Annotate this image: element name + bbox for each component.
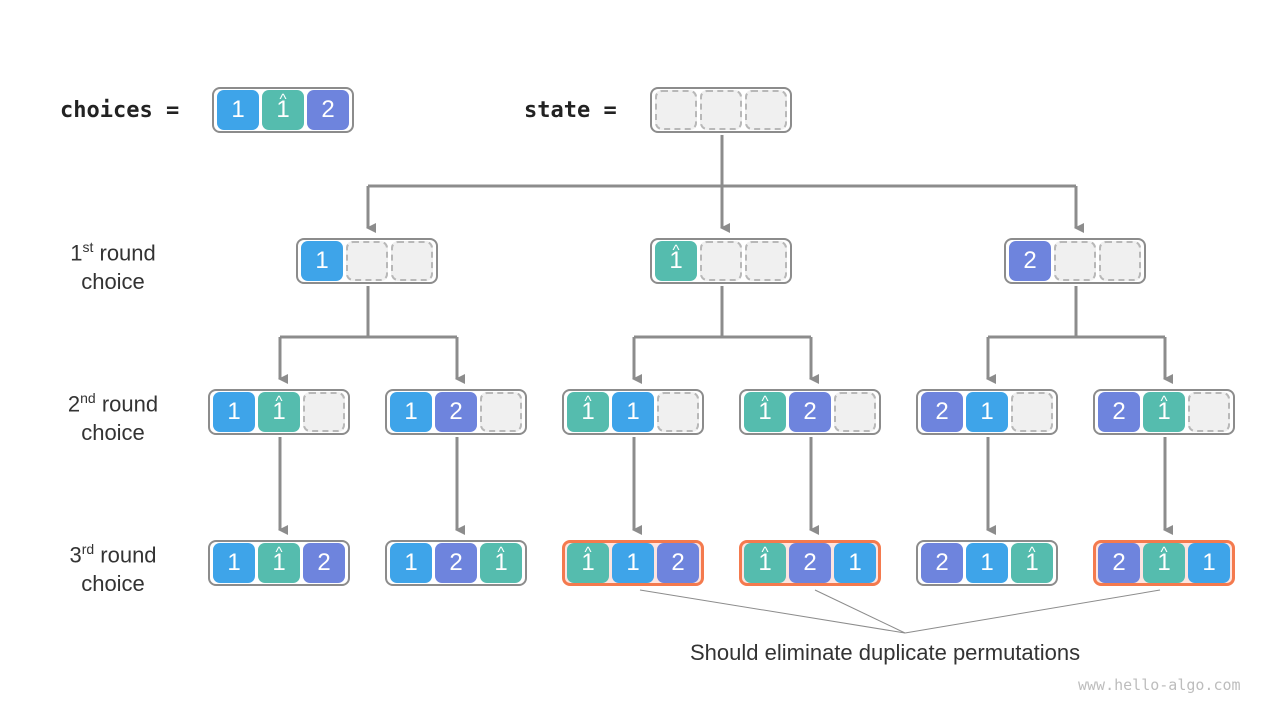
- annotation-pointer-line: [904, 589, 1161, 634]
- element-2: 2: [789, 543, 831, 583]
- hat-mark-icon: ^: [275, 393, 283, 410]
- element-1-hat: ^ 1: [1011, 543, 1053, 583]
- round2-node: 2 ^ 1: [1093, 389, 1235, 435]
- element-1: 1: [217, 90, 259, 130]
- element-1-hat: ^ 1: [480, 543, 522, 583]
- element-2: 2: [1098, 392, 1140, 432]
- round1-node: 2: [1004, 238, 1146, 284]
- duplicate-annotation: Should eliminate duplicate permutations: [690, 640, 1081, 665]
- element-1-hat: ^ 1: [655, 241, 697, 281]
- element-1-hat: ^ 1: [1143, 543, 1185, 583]
- empty-slot: [745, 90, 787, 130]
- round3-node-duplicate: ^ 1 1 2: [562, 540, 704, 586]
- row-label-round-2: 2nd round choice: [67, 390, 159, 446]
- hat-mark-icon: ^: [1160, 393, 1168, 410]
- empty-slot: [745, 241, 787, 281]
- hat-mark-icon: ^: [497, 544, 505, 561]
- element-1-hat: ^ 1: [744, 543, 786, 583]
- round2-node: ^ 1 2: [739, 389, 881, 435]
- empty-slot: [391, 241, 433, 281]
- hat-mark-icon: ^: [584, 393, 592, 410]
- element-1-hat: ^ 1: [258, 543, 300, 583]
- hat-mark-icon: ^: [672, 242, 680, 259]
- empty-slot: [346, 241, 388, 281]
- empty-slot: [700, 90, 742, 130]
- row-label-round-3: 3rd round choice: [69, 541, 157, 597]
- empty-slot: [655, 90, 697, 130]
- element-1: 1: [834, 543, 876, 583]
- empty-slot: [1099, 241, 1141, 281]
- element-2: 2: [657, 543, 699, 583]
- element-1-hat: ^ 1: [567, 543, 609, 583]
- element-1: 1: [966, 543, 1008, 583]
- round2-node: 1 ^ 1: [208, 389, 350, 435]
- element-2: 2: [435, 392, 477, 432]
- annotation-pointer-line: [639, 589, 906, 634]
- element-1: 1: [612, 543, 654, 583]
- hat-mark-icon: ^: [279, 91, 287, 108]
- choices-label: choices =: [60, 98, 180, 123]
- element-2: 2: [307, 90, 349, 130]
- round1-node: ^ 1: [650, 238, 792, 284]
- element-2: 2: [789, 392, 831, 432]
- element-1: 1: [213, 543, 255, 583]
- element-1: 1: [966, 392, 1008, 432]
- round3-node-duplicate: ^ 1 2 1: [739, 540, 881, 586]
- element-2: 2: [1098, 543, 1140, 583]
- empty-slot: [1188, 392, 1230, 432]
- element-1: 1: [390, 392, 432, 432]
- element-2: 2: [1009, 241, 1051, 281]
- empty-slot: [700, 241, 742, 281]
- round3-node: 2 1 ^ 1: [916, 540, 1058, 586]
- hat-mark-icon: ^: [1160, 544, 1168, 561]
- element-2: 2: [921, 543, 963, 583]
- edges-layer: [278, 135, 1173, 634]
- annotation-pointer-line: [814, 589, 906, 634]
- empty-slot: [303, 392, 345, 432]
- round1-node: 1: [296, 238, 438, 284]
- state-array: [650, 87, 792, 133]
- hat-mark-icon: ^: [761, 393, 769, 410]
- empty-slot: [1054, 241, 1096, 281]
- hat-mark-icon: ^: [761, 544, 769, 561]
- choices-array: 1 ^ 1 2: [212, 87, 354, 133]
- round3-node-duplicate: 2 ^ 1 1: [1093, 540, 1235, 586]
- empty-slot: [657, 392, 699, 432]
- round2-node: ^ 1 1: [562, 389, 704, 435]
- element-1: 1: [1188, 543, 1230, 583]
- element-1: 1: [213, 392, 255, 432]
- row-label-round-1: 1st round choice: [70, 239, 156, 295]
- element-1-hat: ^ 1: [262, 90, 304, 130]
- empty-slot: [480, 392, 522, 432]
- state-label: state =: [524, 98, 617, 123]
- element-1: 1: [612, 392, 654, 432]
- element-1-hat: ^ 1: [744, 392, 786, 432]
- hat-mark-icon: ^: [275, 544, 283, 561]
- watermark: www.hello-algo.com: [1078, 676, 1241, 694]
- element-2: 2: [921, 392, 963, 432]
- element-1: 1: [301, 241, 343, 281]
- element-1-hat: ^ 1: [1143, 392, 1185, 432]
- round3-node: 1 ^ 1 2: [208, 540, 350, 586]
- round2-node: 12: [385, 389, 527, 435]
- element-2: 2: [435, 543, 477, 583]
- element-2: 2: [303, 543, 345, 583]
- hat-mark-icon: ^: [1028, 544, 1036, 561]
- empty-slot: [834, 392, 876, 432]
- round3-node: 1 2 ^ 1: [385, 540, 527, 586]
- hat-mark-icon: ^: [584, 544, 592, 561]
- element-1: 1: [390, 543, 432, 583]
- empty-slot: [1011, 392, 1053, 432]
- element-1-hat: ^ 1: [258, 392, 300, 432]
- element-1-hat: ^ 1: [567, 392, 609, 432]
- round2-node: 21: [916, 389, 1058, 435]
